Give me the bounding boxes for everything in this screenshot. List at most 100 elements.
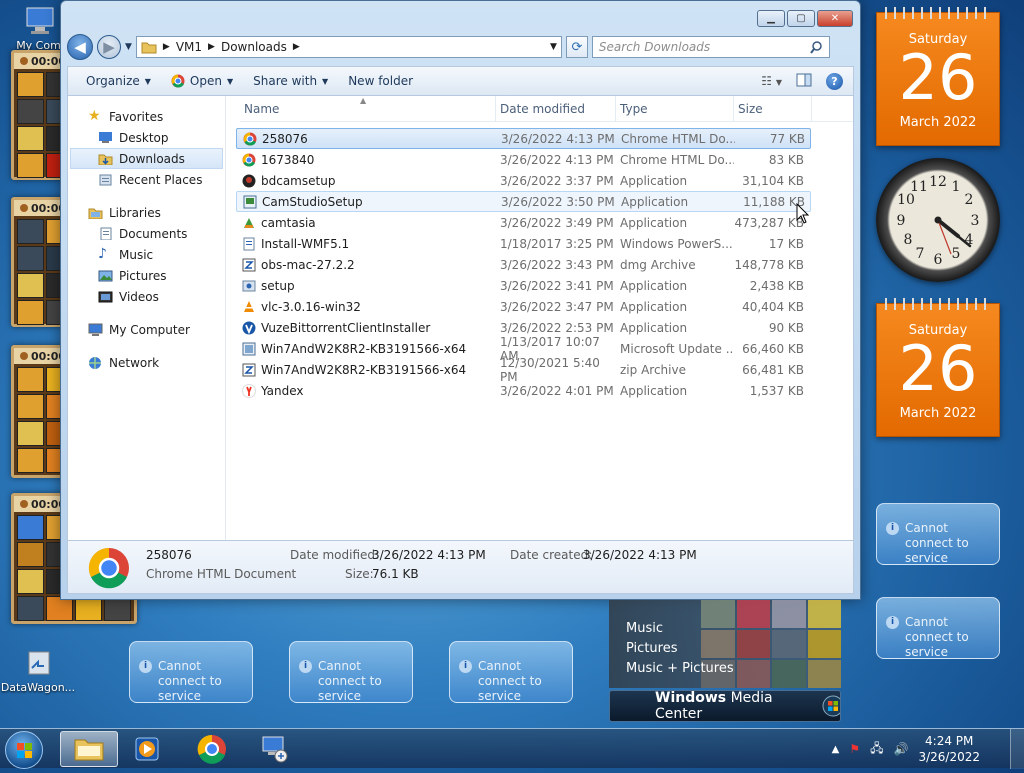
file-row[interactable]: 1673840 3/26/2022 4:13 PM Chrome HTML Do..… xyxy=(236,149,811,170)
organize-button[interactable]: Organize ▼ xyxy=(76,70,161,92)
file-date: 3/26/2022 2:53 PM xyxy=(500,320,614,335)
file-row[interactable]: Win7AndW2K8R2-KB3191566-x64 12/30/2021 5:… xyxy=(236,356,811,384)
forward-button[interactable]: ▶ xyxy=(97,35,121,59)
file-row[interactable]: Yandex 3/26/2022 4:01 PM Application 1,537 … xyxy=(236,380,811,401)
nav-videos[interactable]: Videos xyxy=(68,286,225,307)
action-center-flag-icon[interactable]: ⚑ xyxy=(849,742,860,756)
svg-text:3: 3 xyxy=(971,213,980,229)
preview-pane-button[interactable] xyxy=(796,73,812,90)
start-button[interactable] xyxy=(5,731,43,769)
calendar-gadget[interactable]: Saturday 26 March 2022 xyxy=(876,298,1000,437)
file-row[interactable]: obs-mac-27.2.2 3/26/2022 3:43 PM dmg Archi… xyxy=(236,254,811,275)
svg-text:9: 9 xyxy=(897,213,906,229)
service-gadget[interactable]: i Cannot connect to service xyxy=(289,641,413,703)
service-gadget[interactable]: i Cannot connect to service xyxy=(876,503,1000,565)
help-button[interactable]: ? xyxy=(826,72,843,90)
media-center-music[interactable]: Music xyxy=(609,618,841,638)
address-bar[interactable]: ▶ VM1 ▶ Downloads ▶ ▼ xyxy=(135,36,562,58)
info-icon: i xyxy=(886,616,899,629)
share-with-button[interactable]: Share with ▼ xyxy=(243,70,338,92)
music-icon: ♪ xyxy=(98,246,107,262)
media-center-gadget[interactable]: Music Pictures Music + Pictures xyxy=(609,600,841,688)
svg-text:11: 11 xyxy=(910,179,928,195)
column-header-name[interactable]: Name ▲ xyxy=(240,96,496,121)
recent-pages-dropdown-icon[interactable]: ▼ xyxy=(125,42,132,52)
nav-recent-places[interactable]: Recent Places xyxy=(68,169,225,190)
clock-face-icon: 12 12 345 678 91011 xyxy=(897,174,980,268)
nav-libraries[interactable]: Libraries xyxy=(68,202,225,223)
file-date: 3/26/2022 3:41 PM xyxy=(500,278,614,293)
column-header-size[interactable]: Size xyxy=(734,96,812,121)
calendar-month: March 2022 xyxy=(899,406,977,421)
shortcut-app-icon xyxy=(28,651,50,675)
file-row[interactable]: vlc-3.0.16-win32 3/26/2022 3:47 PM Applica… xyxy=(236,296,811,317)
nav-network[interactable]: Network xyxy=(68,352,225,373)
nav-music[interactable]: ♪ Music xyxy=(68,244,225,265)
service-gadget[interactable]: i Cannot connect to service xyxy=(129,641,253,703)
chevron-down-icon: ▼ xyxy=(322,76,329,86)
file-row[interactable]: camtasia 3/26/2022 3:49 PM Application 473,… xyxy=(236,212,811,233)
file-date: 3/26/2022 3:47 PM xyxy=(500,299,614,314)
column-header-type[interactable]: Type xyxy=(616,96,734,121)
open-button[interactable]: Open ▼ xyxy=(161,70,243,92)
taskbar-explorer-button[interactable] xyxy=(60,731,118,767)
address-history-dropdown-icon[interactable]: ▼ xyxy=(550,42,557,52)
nav-desktop[interactable]: Desktop xyxy=(68,127,225,148)
forward-arrow-icon: ▶ xyxy=(103,38,115,56)
chrome-icon xyxy=(88,547,129,589)
show-desktop-button[interactable] xyxy=(1010,729,1024,769)
search-input[interactable]: Search Downloads xyxy=(591,36,830,58)
nav-my-computer[interactable]: My Computer xyxy=(68,319,225,340)
taskbar-network-app-button[interactable] xyxy=(245,731,303,767)
pictures-icon xyxy=(98,270,113,282)
windows-logo-icon xyxy=(17,743,32,758)
file-name-cell: CamStudioSetup xyxy=(237,195,497,209)
file-row[interactable]: bdcamsetup 3/26/2022 3:37 PM Application 31… xyxy=(236,170,811,191)
nav-downloads[interactable]: Downloads xyxy=(70,148,223,169)
timer-icon xyxy=(20,500,28,508)
file-row[interactable]: Install-WMF5.1 1/18/2017 3:25 PM Windows P… xyxy=(236,233,811,254)
taskbar-clock[interactable]: 4:24 PM 3/26/2022 xyxy=(918,733,1000,765)
column-header-date[interactable]: Date modified xyxy=(496,96,616,121)
search-placeholder: Search Downloads xyxy=(598,40,711,54)
back-button[interactable]: ◀ xyxy=(67,34,93,60)
nav-pictures[interactable]: Pictures xyxy=(68,265,225,286)
calendar-gadget[interactable]: Saturday 26 March 2022 xyxy=(876,7,1000,146)
datawagon-desktop-icon[interactable]: DataWagon... xyxy=(0,648,76,694)
folder-icon xyxy=(141,42,157,54)
file-row[interactable]: setup 3/26/2022 3:41 PM Application 2,438 K… xyxy=(236,275,811,296)
minimize-button[interactable]: ▁ xyxy=(757,10,785,27)
file-size: 148,778 KB xyxy=(734,257,804,272)
clock-gadget[interactable]: 12 1 2 345 678 9 10 11 xyxy=(876,158,1000,282)
media-center-music-pictures[interactable]: Music + Pictures xyxy=(609,658,841,678)
help-icon: ? xyxy=(831,74,838,88)
close-button[interactable]: ✕ xyxy=(817,10,853,27)
volume-icon[interactable]: 🔊 xyxy=(894,742,909,756)
file-name-cell: 1673840 xyxy=(236,153,496,167)
windows-media-center-bar[interactable]: Windows Media Center xyxy=(609,690,841,722)
my-computer-desktop-icon[interactable]: My Comp xyxy=(16,6,68,52)
network-tray-icon[interactable]: 🖧 xyxy=(870,739,883,760)
file-name: Win7AndW2K8R2-KB3191566-x64 xyxy=(261,362,467,377)
new-folder-button[interactable]: New folder xyxy=(338,70,423,92)
file-row[interactable]: 258076 3/26/2022 4:13 PM Chrome HTML Do...… xyxy=(236,128,811,149)
breadcrumb-downloads[interactable]: Downloads xyxy=(221,40,287,54)
service-gadget[interactable]: i Cannot connect to service xyxy=(876,597,1000,659)
folder-icon xyxy=(74,739,104,761)
view-options-button[interactable]: ☷ ▼ xyxy=(761,74,782,88)
maximize-button[interactable]: ▢ xyxy=(787,10,815,27)
details-modified-label: Date modified: xyxy=(290,548,380,562)
taskbar-media-player-button[interactable] xyxy=(118,731,176,767)
refresh-button[interactable]: ⟳ xyxy=(565,36,588,58)
service-gadget[interactable]: i Cannot connect to service xyxy=(449,641,573,703)
nav-favorites[interactable]: ★ Favorites xyxy=(68,106,225,127)
desktop-icon xyxy=(99,132,112,143)
file-name: obs-mac-27.2.2 xyxy=(261,257,355,272)
explorer-window[interactable]: ▁ ▢ ✕ ◀ ▶ ▼ ▶ VM1 ▶ Downloads ▶ ▼ ⟳ Sear… xyxy=(60,0,861,600)
media-center-pictures[interactable]: Pictures xyxy=(609,638,841,658)
nav-documents[interactable]: Documents xyxy=(68,223,225,244)
taskbar-chrome-button[interactable] xyxy=(183,731,241,767)
breadcrumb-vm1[interactable]: VM1 xyxy=(176,40,202,54)
file-row[interactable]: CamStudioSetup 3/26/2022 3:50 PM Applicati… xyxy=(236,191,811,212)
show-hidden-icons-button[interactable]: ▲ xyxy=(832,744,840,755)
